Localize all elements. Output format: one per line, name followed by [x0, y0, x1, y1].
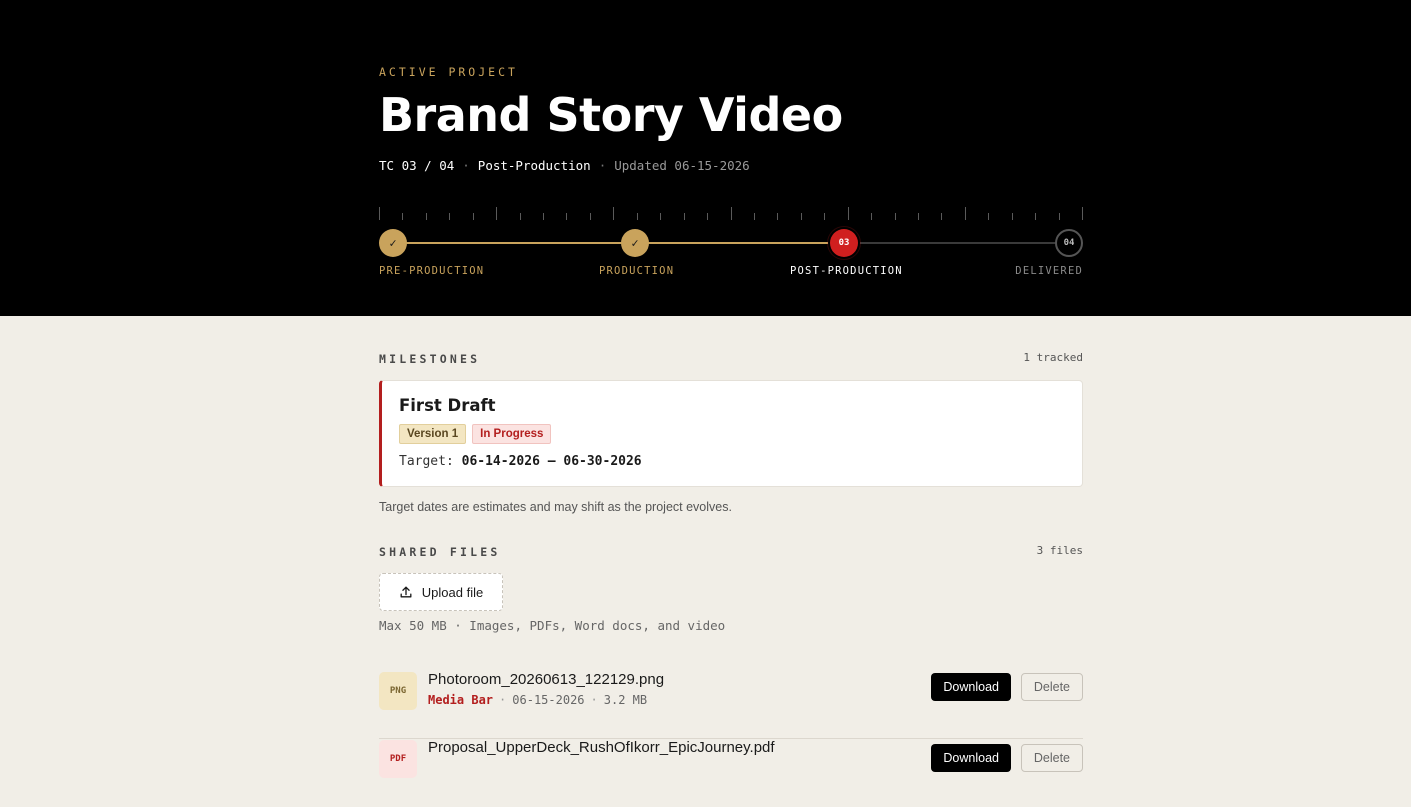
timeline-tick: [848, 207, 849, 220]
project-title: Brand Story Video: [379, 88, 843, 142]
milestones-note: Target dates are estimates and may shift…: [379, 500, 732, 514]
stage-node-production[interactable]: ✓: [621, 229, 649, 257]
milestones-heading: MILESTONES: [379, 352, 481, 366]
timeline-tick: [590, 213, 591, 220]
timeline-tick: [754, 213, 755, 220]
stage-label-post-production: POST-PRODUCTION: [790, 265, 903, 277]
updated-date: Updated 06-15-2026: [614, 158, 750, 173]
status-badge: In Progress: [472, 424, 552, 444]
timeline-tick: [379, 207, 380, 220]
stage-track: ✓ ✓ 03 04: [379, 229, 1083, 257]
timeline-tick: [543, 213, 544, 220]
file-row: PNG Photoroom_20260613_122129.png Media …: [379, 671, 1083, 739]
timeline-tick: [801, 213, 802, 220]
timeline-tick: [777, 213, 778, 220]
milestones-header: MILESTONES 1 tracked: [379, 350, 1083, 366]
timeline-tick: [988, 213, 989, 220]
upload-limits: Max 50 MB · Images, PDFs, Word docs, and…: [379, 618, 726, 633]
files-header: SHARED FILES 3 files: [379, 543, 1083, 559]
project-hero: ACTIVE PROJECT Brand Story Video TC 03 /…: [0, 0, 1411, 316]
stage-node-pre-production[interactable]: ✓: [379, 229, 407, 257]
stage-label-pre-production: PRE-PRODUCTION: [379, 265, 485, 277]
stage-labels: PRE-PRODUCTION PRODUCTION POST-PRODUCTIO…: [379, 265, 1083, 279]
timeline-tick: [941, 213, 942, 220]
milestone-badges: Version 1 In Progress: [399, 424, 1065, 444]
track-pending-line: [844, 242, 1069, 244]
files-heading: SHARED FILES: [379, 545, 501, 559]
target-label: Target:: [399, 454, 454, 469]
file-size: 3.2 MB: [603, 693, 648, 707]
delete-button[interactable]: Delete: [1020, 744, 1083, 772]
meta-separator: ·: [598, 158, 607, 173]
timeline-tick: [402, 213, 403, 220]
timeline-tick: [731, 207, 732, 220]
track-complete-line: [393, 242, 844, 244]
file-name[interactable]: Proposal_UpperDeck_RushOfIkorr_EpicJourn…: [428, 739, 775, 756]
current-phase: Post-Production: [477, 158, 591, 173]
project-meta: TC 03 / 04 · Post-Production · Updated 06-15…: [379, 158, 1083, 173]
timeline-tick: [660, 213, 661, 220]
milestone-card[interactable]: First Draft Version 1 In Progress Target…: [379, 380, 1083, 487]
upload-file-button[interactable]: Upload file: [379, 573, 503, 611]
file-date: 06-15-2026: [512, 693, 585, 707]
milestone-title: First Draft: [399, 396, 496, 415]
timeline-tick: [520, 213, 521, 220]
milestones-count: 1 tracked: [1023, 351, 1083, 364]
timeline-tick: [426, 213, 427, 220]
upload-label: Upload file: [421, 584, 484, 600]
upload-icon: [400, 586, 412, 598]
timeline-tick: [707, 213, 708, 220]
file-owner: Media Bar: [428, 693, 494, 707]
timeline-ticks: [379, 207, 1083, 220]
meta-separator: ·: [499, 693, 507, 707]
meta-separator: ·: [462, 158, 470, 173]
timeline-tick: [473, 213, 474, 220]
target-range: 06-14-2026 – 06-30-2026: [461, 454, 642, 469]
timeline-tick: [824, 213, 825, 220]
stage-node-delivered[interactable]: 04: [1055, 229, 1083, 257]
version-badge: Version 1: [399, 424, 467, 444]
pdf-file-icon: PDF: [379, 740, 417, 778]
stage-label-production: PRODUCTION: [599, 265, 675, 277]
file-meta: Media Bar · 06-15-2026 · 3.2 MB: [428, 693, 647, 707]
timeline-tick: [1082, 207, 1083, 220]
stage-label-delivered: DELIVERED: [1015, 265, 1083, 277]
timeline-tick: [684, 213, 685, 220]
timeline-tick: [895, 213, 896, 220]
milestone-target: Target: 06-14-2026 – 06-30-2026: [399, 454, 1065, 469]
download-button[interactable]: Download: [931, 673, 1011, 701]
project-eyebrow: ACTIVE PROJECT: [379, 65, 518, 79]
timeline-tick: [965, 207, 966, 220]
meta-separator: ·: [590, 693, 598, 707]
delete-button[interactable]: Delete: [1020, 673, 1083, 701]
timeline-tick: [871, 213, 872, 220]
timecode: TC 03 / 04: [379, 158, 455, 173]
files-count: 3 files: [1036, 544, 1083, 557]
timeline-tick: [449, 213, 450, 220]
timeline-tick: [566, 213, 567, 220]
timeline-tick: [1035, 213, 1036, 220]
timeline-tick: [637, 213, 638, 220]
file-row: PDF Proposal_UpperDeck_RushOfIkorr_EpicJ…: [379, 739, 1083, 807]
timeline-tick: [1012, 213, 1013, 220]
png-file-icon: PNG: [379, 672, 417, 710]
stage-node-post-production[interactable]: 03: [830, 229, 858, 257]
timeline-tick: [496, 207, 497, 220]
file-name[interactable]: Photoroom_20260613_122129.png: [428, 671, 664, 688]
timeline-tick: [613, 207, 614, 220]
timeline-tick: [1059, 213, 1060, 220]
download-button[interactable]: Download: [931, 744, 1011, 772]
timeline-tick: [918, 213, 919, 220]
